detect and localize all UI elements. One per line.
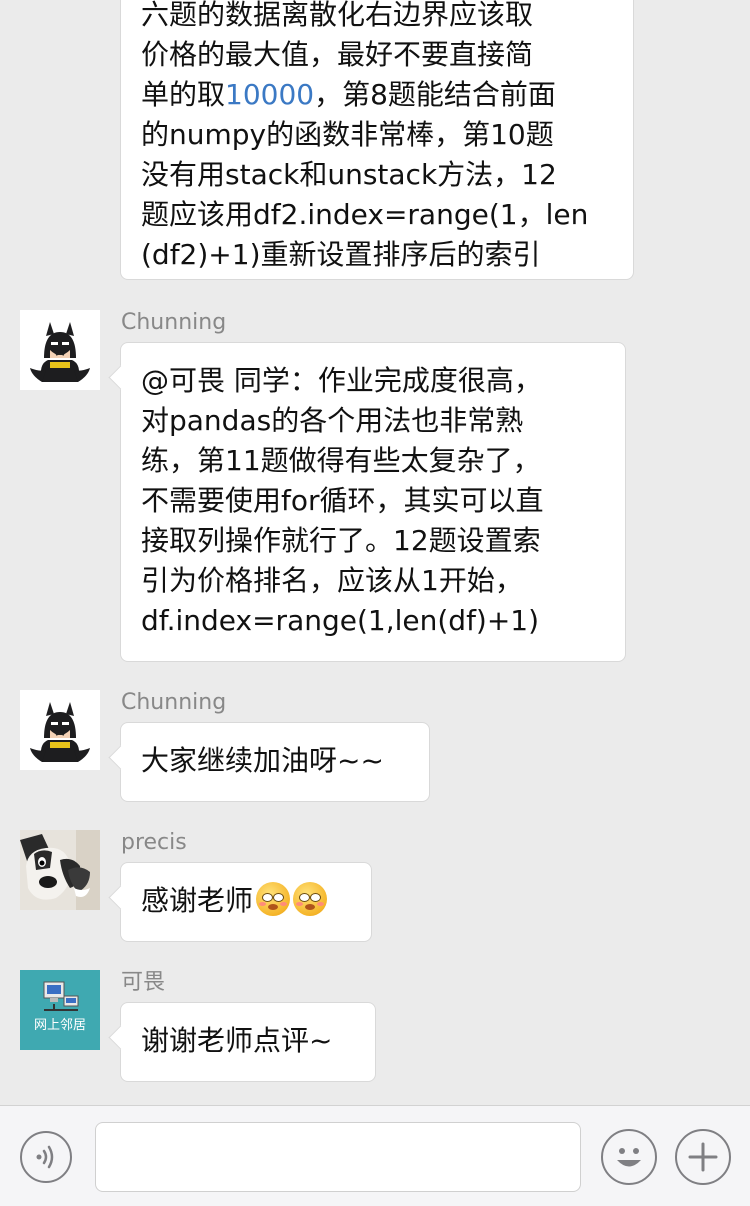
more-button[interactable] xyxy=(675,1129,731,1185)
message-text: (df2)+1)重新设置排序后的索引 xyxy=(141,238,541,271)
avatar[interactable] xyxy=(20,690,100,770)
avatar[interactable] xyxy=(20,310,100,390)
sender-name: 可畏 xyxy=(121,970,166,995)
message-text: 没有用stack和unstack方法，12 xyxy=(141,158,557,191)
sender-name: Chunning xyxy=(121,690,227,715)
message-bubble[interactable]: 谢谢老师点评~ xyxy=(120,1002,376,1082)
chat-input-bar xyxy=(0,1105,750,1206)
message-text: @可畏 同学：作业完成度很高， xyxy=(141,364,542,397)
message-bubble[interactable]: 感谢老师 xyxy=(120,862,372,942)
message-input[interactable] xyxy=(95,1122,581,1192)
message-text: 的numpy的函数非常棒，第10题 xyxy=(141,118,554,151)
message-text: 六题的数据离散化右边界应该取 xyxy=(141,0,534,31)
emoji-button[interactable] xyxy=(601,1129,657,1185)
message-text: 练，第11题做得有些太复杂了， xyxy=(141,444,541,477)
batman-avatar-icon xyxy=(20,690,100,770)
avatar[interactable] xyxy=(20,830,100,910)
plus-icon xyxy=(688,1142,718,1172)
message-text: 大家继续加油呀~~ xyxy=(141,744,384,777)
message-bubble[interactable]: 六题的数据离散化右边界应该取 价格的最大值，最好不要直接简 单的取10000，第… xyxy=(120,0,634,280)
sender-name: Chunning xyxy=(121,310,227,335)
blush-emoji-icon xyxy=(293,882,328,916)
message-bubble[interactable]: 大家继续加油呀~~ xyxy=(120,722,430,802)
message-text: 题应该用df2.index=range(1，len xyxy=(141,198,589,231)
voice-button[interactable] xyxy=(20,1131,72,1183)
message-text: 谢谢老师点评~ xyxy=(141,1024,333,1057)
message-text: 对pandas的各个用法也非常熟 xyxy=(141,404,524,437)
sender-name: precis xyxy=(121,830,187,855)
voice-icon xyxy=(36,1145,54,1169)
batman-avatar-icon xyxy=(20,310,100,390)
message-text: 单的取10000，第8题能结合前面 xyxy=(141,78,556,111)
message-text: 接取列操作就行了。12题设置索 xyxy=(141,524,541,557)
avatar[interactable]: 网上邻居 xyxy=(20,970,100,1050)
message-text: 引为价格排名，应该从1开始， xyxy=(141,564,523,597)
blush-emoji-icon xyxy=(256,882,291,916)
message-text: 价格的最大值，最好不要直接简 xyxy=(141,38,534,71)
chat-message-list[interactable]: 六题的数据离散化右边界应该取 价格的最大值，最好不要直接简 单的取10000，第… xyxy=(0,0,750,1105)
message-bubble[interactable]: @可畏 同学：作业完成度很高， 对pandas的各个用法也非常熟 练，第11题做… xyxy=(120,342,626,662)
number-link[interactable]: 10000 xyxy=(225,78,314,111)
message-text: 感谢老师 xyxy=(141,881,351,921)
message-text: df.index=range(1,len(df)+1) xyxy=(141,604,540,637)
network-neighborhood-icon xyxy=(20,970,100,1050)
dog-avatar-icon xyxy=(20,830,100,910)
avatar-caption: 网上邻居 xyxy=(33,1018,86,1033)
smiley-icon xyxy=(617,1148,641,1167)
message-text: 不需要使用for循环，其实可以直 xyxy=(141,484,544,517)
